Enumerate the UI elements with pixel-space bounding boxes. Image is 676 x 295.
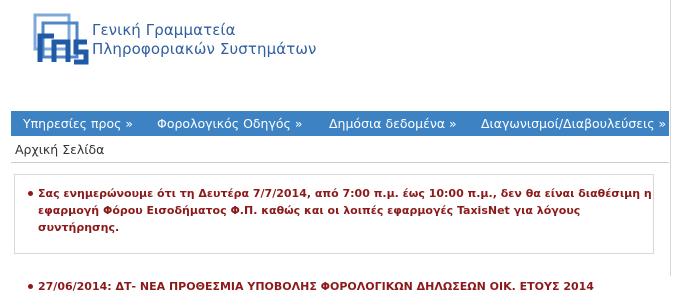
breadcrumb-home-link[interactable]: Αρχική Σελίδα <box>15 142 104 157</box>
breadcrumb: Αρχική Σελίδα <box>11 138 669 163</box>
announcement-item[interactable]: Σας ενημερώνουμε ότι τη Δευτέρα 7/7/2014… <box>25 185 658 236</box>
nav-item-tenders-consultations[interactable]: Διαγωνισμοί/Διαβουλεύσεις » <box>481 116 666 131</box>
bullet-icon <box>28 191 33 196</box>
nav-item-public-data[interactable]: Δημόσια δεδομένα » <box>329 116 457 131</box>
site-header: Γενική Γραμματεία Πληροφοριακών Συστημάτ… <box>0 0 671 108</box>
nav-item-tax-guide[interactable]: Φορολογικός Οδηγός » <box>157 116 302 131</box>
main-navigation: Υπηρεσίες προς » Φορολογικός Οδηγός » Δη… <box>11 111 669 136</box>
announcement-text[interactable]: 27/06/2014: ΔΤ- ΝΕΑ ΠΡΟΘΕΣΜΙΑ ΥΠΟΒΟΛΗΣ Φ… <box>38 280 594 293</box>
bullet-icon <box>28 284 33 289</box>
org-name-line2: Πληροφοριακών Συστημάτων <box>92 40 317 58</box>
gsis-logo-icon[interactable] <box>32 12 90 68</box>
announcements-box: Σας ενημερώνουμε ότι τη Δευτέρα 7/7/2014… <box>14 174 654 293</box>
org-name-line1: Γενική Γραμματεία <box>92 21 236 39</box>
announcement-text[interactable]: Σας ενημερώνουμε ότι τη Δευτέρα 7/7/2014… <box>38 187 652 234</box>
announcement-item[interactable]: 27/06/2014: ΔΤ- ΝΕΑ ΠΡΟΘΕΣΜΙΑ ΥΠΟΒΟΛΗΣ Φ… <box>25 278 658 295</box>
nav-item-services[interactable]: Υπηρεσίες προς » <box>23 116 133 131</box>
page-frame: Γενική Γραμματεία Πληροφοριακών Συστημάτ… <box>0 0 671 293</box>
